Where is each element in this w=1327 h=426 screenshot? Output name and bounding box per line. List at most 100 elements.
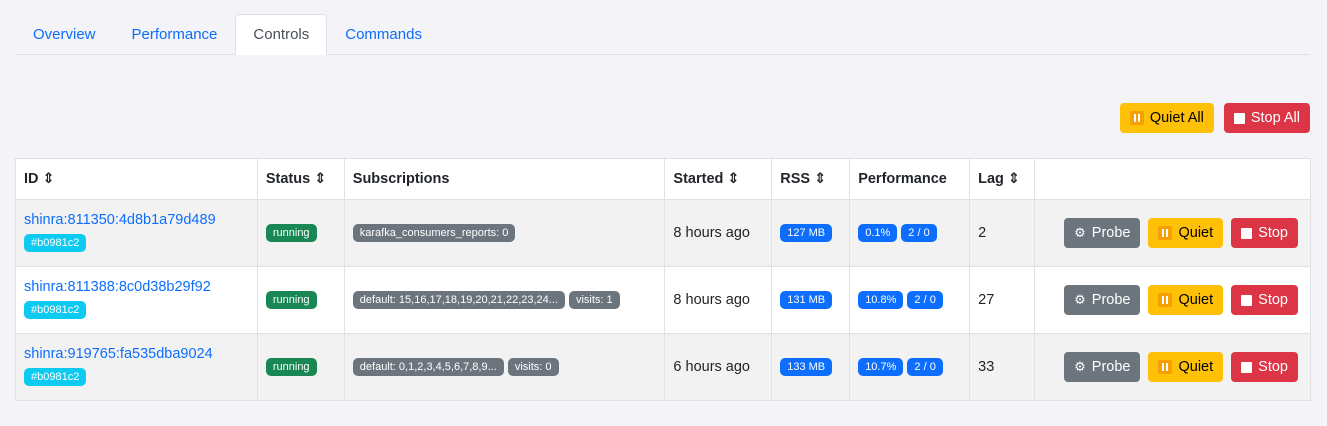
gear-icon: ⚙ xyxy=(1074,359,1086,374)
cell-rss: 131 MB xyxy=(771,266,851,334)
quiet-all-button[interactable]: Quiet All xyxy=(1119,103,1214,133)
status-badge: running xyxy=(265,358,317,376)
cell-id: shinra:919765:fa535dba9024 #b0981c2 xyxy=(15,333,258,401)
subscription-badge: visits: 0 xyxy=(507,358,559,376)
stop-all-label: Stop All xyxy=(1250,110,1300,126)
stop-all-button[interactable]: Stop All xyxy=(1223,103,1310,133)
quiet-label: Quiet xyxy=(1178,225,1214,241)
cell-lag: 33 xyxy=(969,333,1036,401)
stop-label: Stop xyxy=(1258,225,1288,241)
quiet-all-label: Quiet All xyxy=(1149,110,1204,126)
probe-label: Probe xyxy=(1091,225,1131,241)
pause-icon xyxy=(1158,226,1173,240)
probe-button[interactable]: ⚙ Probe xyxy=(1064,285,1141,315)
probe-label: Probe xyxy=(1091,292,1131,308)
quiet-button[interactable]: Quiet xyxy=(1148,218,1224,248)
cell-performance: 0.1% 2 / 0 xyxy=(849,199,971,267)
stop-icon xyxy=(1241,227,1253,239)
stop-button[interactable]: Stop xyxy=(1231,218,1298,248)
stop-button[interactable]: Stop xyxy=(1231,352,1298,382)
quiet-button[interactable]: Quiet xyxy=(1148,352,1224,382)
header-subscriptions: Subscriptions xyxy=(343,158,666,200)
tag-badge: #b0981c2 xyxy=(24,234,87,252)
subscription-badge: default: 0,1,2,3,4,5,6,7,8,9... xyxy=(352,358,504,376)
stop-icon xyxy=(1241,294,1253,306)
stop-button[interactable]: Stop xyxy=(1231,285,1298,315)
cpu-badge: 0.1% xyxy=(858,224,898,242)
stop-label: Stop xyxy=(1258,359,1288,375)
header-rss[interactable]: RSS ⇕ xyxy=(771,158,851,200)
header-lag[interactable]: Lag ⇕ xyxy=(969,158,1036,200)
table-row: shinra:811388:8c0d38b29f92 #b0981c2 runn… xyxy=(15,266,1311,334)
cell-performance: 10.8% 2 / 0 xyxy=(849,266,971,334)
quiet-label: Quiet xyxy=(1178,292,1214,308)
cell-status: running xyxy=(256,333,345,401)
cell-rss: 127 MB xyxy=(771,199,851,267)
global-actions: Quiet All Stop All xyxy=(1119,103,1310,133)
cell-actions: ⚙ Probe Quiet Stop xyxy=(1034,266,1311,334)
tab-overview[interactable]: Overview xyxy=(15,14,114,55)
cell-id: shinra:811388:8c0d38b29f92 #b0981c2 xyxy=(15,266,258,334)
probe-button[interactable]: ⚙ Probe xyxy=(1064,218,1141,248)
tag-badge: #b0981c2 xyxy=(24,368,87,386)
tab-performance[interactable]: Performance xyxy=(114,14,236,55)
threads-badge: 2 / 0 xyxy=(907,358,943,376)
table-header-row: ID ⇕ Status ⇕ Subscriptions Started ⇕ RS… xyxy=(15,158,1311,200)
nav-tabs: Overview Performance Controls Commands xyxy=(15,14,1310,55)
cell-subscriptions: karafka_consumers_reports: 0 xyxy=(343,199,666,267)
cell-subscriptions: default: 0,1,2,3,4,5,6,7,8,9... visits: … xyxy=(343,333,666,401)
row-actions: ⚙ Probe Quiet Stop xyxy=(1043,218,1302,248)
header-id[interactable]: ID ⇕ xyxy=(15,158,258,200)
header-performance: Performance xyxy=(849,158,971,200)
pause-icon xyxy=(1158,360,1173,374)
threads-badge: 2 / 0 xyxy=(907,291,943,309)
rss-badge: 131 MB xyxy=(780,291,833,309)
process-id-link[interactable]: shinra:811350:4d8b1a79d489 xyxy=(24,212,249,228)
pause-icon xyxy=(1158,293,1173,307)
pause-icon xyxy=(1129,111,1144,125)
cell-subscriptions: default: 15,16,17,18,19,20,21,22,23,24..… xyxy=(343,266,666,334)
tab-commands[interactable]: Commands xyxy=(327,14,440,55)
process-id-link[interactable]: shinra:919765:fa535dba9024 xyxy=(24,346,249,362)
cell-actions: ⚙ Probe Quiet Stop xyxy=(1034,333,1311,401)
subscription-badge: visits: 1 xyxy=(568,291,620,309)
gear-icon: ⚙ xyxy=(1074,225,1086,240)
threads-badge: 2 / 0 xyxy=(901,224,937,242)
table-row: shinra:919765:fa535dba9024 #b0981c2 runn… xyxy=(15,333,1311,401)
cell-id: shinra:811350:4d8b1a79d489 #b0981c2 xyxy=(15,199,258,267)
tab-controls[interactable]: Controls xyxy=(235,14,328,55)
cell-started: 8 hours ago xyxy=(664,266,773,334)
cell-performance: 10.7% 2 / 0 xyxy=(849,333,971,401)
gear-icon: ⚙ xyxy=(1074,292,1086,307)
cell-lag: 27 xyxy=(969,266,1036,334)
probe-button[interactable]: ⚙ Probe xyxy=(1064,352,1141,382)
quiet-label: Quiet xyxy=(1178,359,1214,375)
cpu-badge: 10.8% xyxy=(858,291,904,309)
status-badge: running xyxy=(265,291,317,309)
header-started[interactable]: Started ⇕ xyxy=(664,158,773,200)
quiet-button[interactable]: Quiet xyxy=(1148,285,1224,315)
stop-icon xyxy=(1233,112,1245,124)
cell-started: 8 hours ago xyxy=(664,199,773,267)
processes-table: ID ⇕ Status ⇕ Subscriptions Started ⇕ RS… xyxy=(15,158,1311,401)
cell-lag: 2 xyxy=(969,199,1036,267)
probe-label: Probe xyxy=(1091,359,1131,375)
cell-rss: 133 MB xyxy=(771,333,851,401)
process-id-link[interactable]: shinra:811388:8c0d38b29f92 xyxy=(24,279,249,295)
rss-badge: 127 MB xyxy=(780,224,833,242)
row-actions: ⚙ Probe Quiet Stop xyxy=(1043,352,1302,382)
stop-icon xyxy=(1241,361,1253,373)
subscription-badge: karafka_consumers_reports: 0 xyxy=(352,224,516,242)
cpu-badge: 10.7% xyxy=(858,358,904,376)
cell-actions: ⚙ Probe Quiet Stop xyxy=(1034,199,1311,267)
header-actions xyxy=(1034,158,1311,200)
cell-started: 6 hours ago xyxy=(664,333,773,401)
cell-status: running xyxy=(256,266,345,334)
subscription-badge: default: 15,16,17,18,19,20,21,22,23,24..… xyxy=(352,291,565,309)
stop-label: Stop xyxy=(1258,292,1288,308)
cell-status: running xyxy=(256,199,345,267)
rss-badge: 133 MB xyxy=(780,358,833,376)
header-status[interactable]: Status ⇕ xyxy=(256,158,345,200)
row-actions: ⚙ Probe Quiet Stop xyxy=(1043,285,1302,315)
tag-badge: #b0981c2 xyxy=(24,301,87,319)
